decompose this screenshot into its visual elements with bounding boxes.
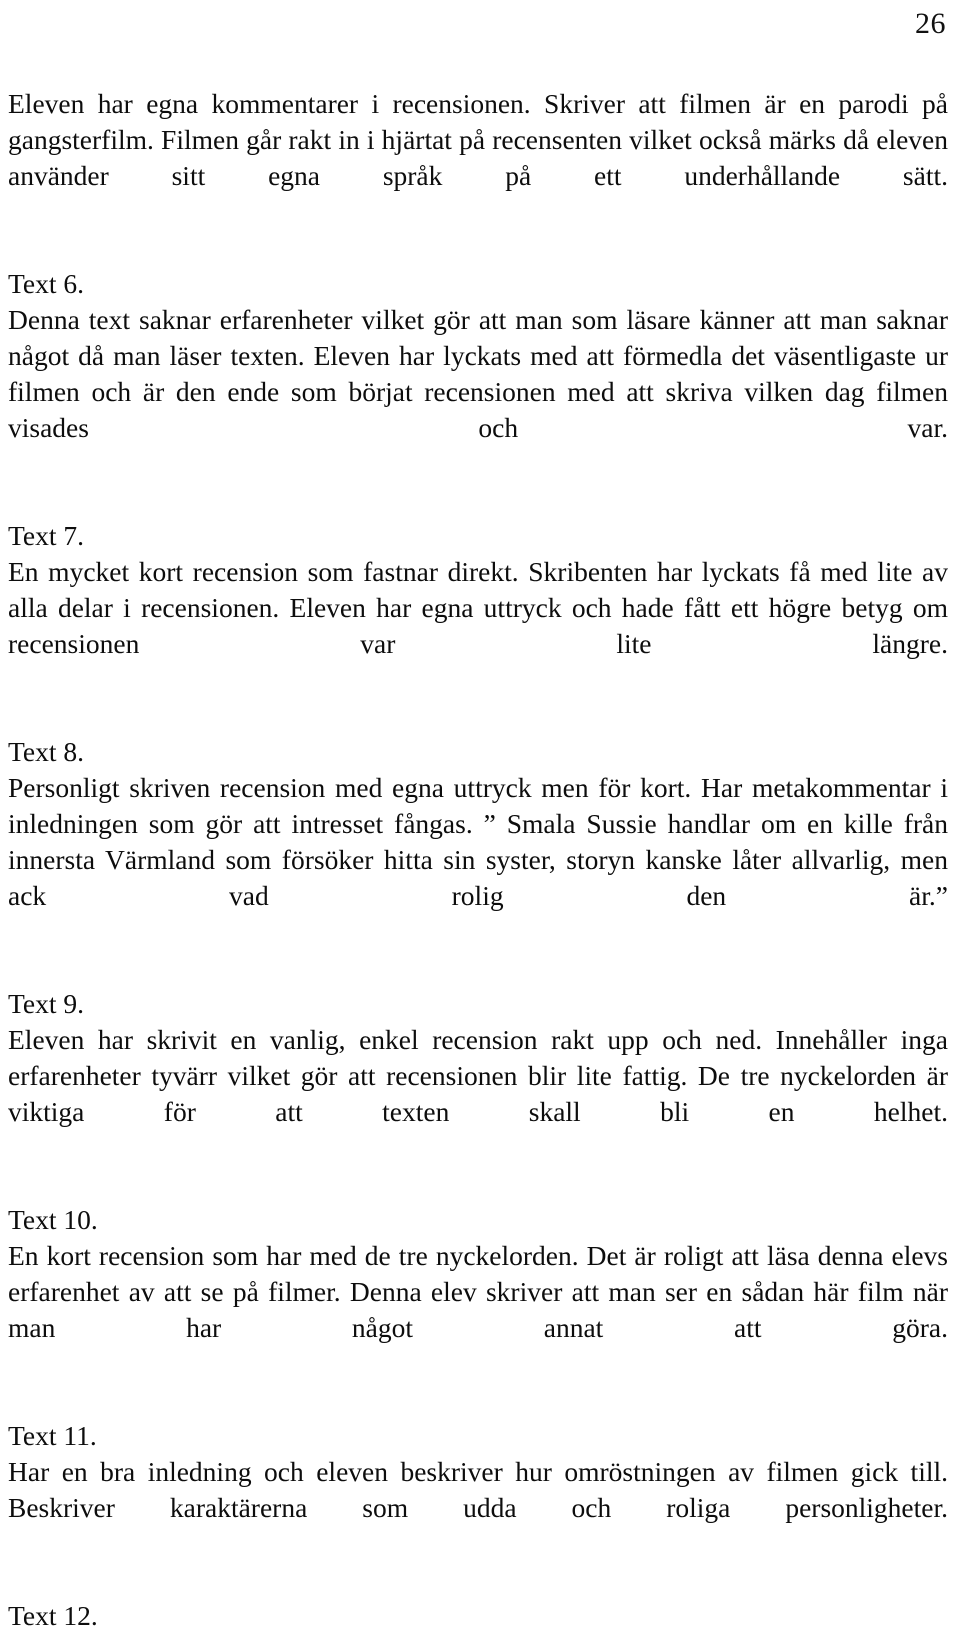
section-body-text-7: En mycket kort recension som fastnar dir… xyxy=(8,556,948,659)
section-heading-text-7: Text 7. xyxy=(8,520,84,551)
section-heading-text-6: Text 6. xyxy=(8,268,84,299)
section-text-6: Text 6. Denna text saknar erfarenheter v… xyxy=(8,266,948,482)
section-text-10: Text 10. En kort recension som har med d… xyxy=(8,1202,948,1382)
section-text-9: Text 9. Eleven har skrivit en vanlig, en… xyxy=(8,986,948,1166)
section-body-text-6: Denna text saknar erfarenheter vilket gö… xyxy=(8,304,948,443)
section-body-text-10: En kort recension som har med de tre nyc… xyxy=(8,1240,948,1343)
page-number: 26 xyxy=(915,7,946,40)
intro-paragraph: Eleven har egna kommentarer i recensione… xyxy=(8,88,948,191)
section-body-text-8: Personligt skriven recension med egna ut… xyxy=(8,772,948,911)
section-body-text-11: Har en bra inledning och eleven beskrive… xyxy=(8,1456,948,1523)
document-page: 26 Eleven har egna kommentarer i recensi… xyxy=(0,0,960,1633)
section-text-11: Text 11. Har en bra inledning och eleven… xyxy=(8,1418,948,1562)
page-text-column: Eleven har egna kommentarer i recensione… xyxy=(8,86,948,1633)
section-text-8: Text 8. Personligt skriven recension med… xyxy=(8,734,948,950)
section-text-7: Text 7. En mycket kort recension som fas… xyxy=(8,518,948,698)
section-heading-text-9: Text 9. xyxy=(8,988,84,1019)
section-heading-text-8: Text 8. xyxy=(8,736,84,767)
section-text-12: Text 12. Eleven har skrivit en lång rece… xyxy=(8,1598,948,1633)
section-heading-text-11: Text 11. xyxy=(8,1420,97,1451)
section-heading-text-12: Text 12. xyxy=(8,1600,98,1631)
section-heading-text-10: Text 10. xyxy=(8,1204,98,1235)
section-body-text-9: Eleven har skrivit en vanlig, enkel rece… xyxy=(8,1024,948,1127)
